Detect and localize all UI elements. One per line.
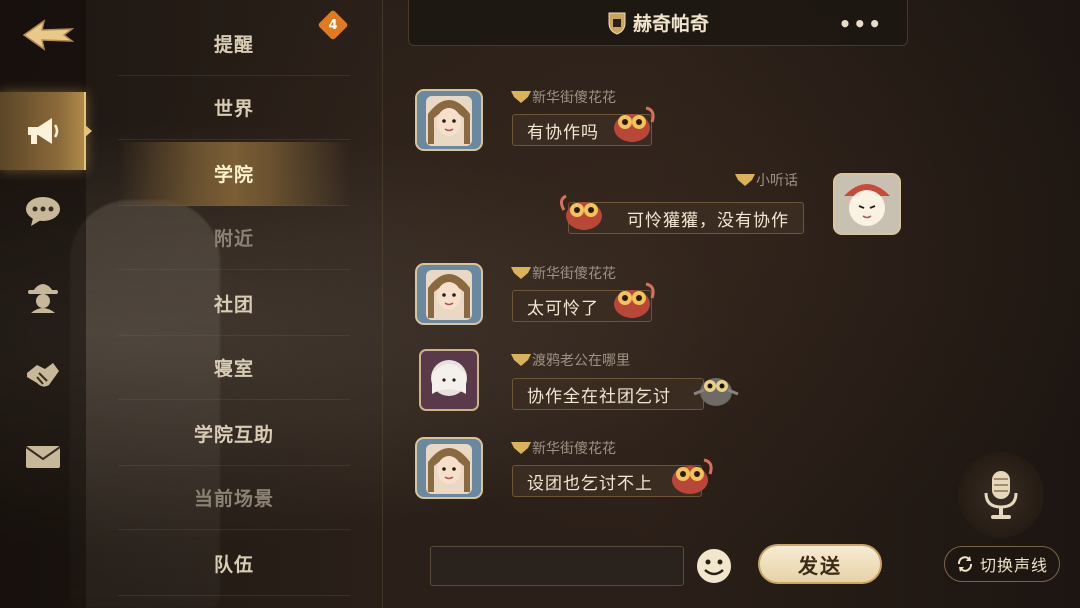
owl-sticker-icon [614, 106, 655, 142]
refresh-icon [957, 556, 972, 572]
channel-dorm[interactable]: 寝室 [118, 336, 350, 400]
switch-voice-button[interactable]: 切换声线 [944, 546, 1060, 582]
detective-hat-icon [28, 284, 58, 313]
voice-input-button[interactable] [958, 452, 1044, 538]
message-sender: 新华街傻花花 [510, 263, 616, 283]
grey-owl-sticker-icon [693, 378, 739, 406]
send-button[interactable]: 发送 [758, 544, 882, 584]
chat-title: 赫奇帕奇 [632, 13, 709, 35]
left-rail [0, 0, 92, 608]
channel-team[interactable]: 队伍 [118, 532, 350, 596]
channel-world[interactable]: 世界 [118, 76, 350, 140]
handshake-icon [27, 363, 59, 387]
avatar-girl[interactable] [408, 84, 490, 156]
rail-item-private-chat[interactable] [0, 172, 86, 250]
channel-current-scene[interactable]: 当前场景 [118, 466, 350, 530]
message-text: 协作全在社团乞讨 [527, 386, 671, 407]
message-text: 有协作吗 [527, 122, 599, 143]
chat-bubble-icon [26, 197, 60, 226]
panel-divider [382, 0, 383, 608]
smiley-icon [695, 547, 733, 585]
back-button[interactable] [18, 14, 78, 56]
mail-icon [25, 446, 61, 468]
rail-item-detective[interactable] [0, 256, 86, 334]
badge-icon [511, 267, 531, 279]
avatar-girl[interactable] [408, 432, 490, 504]
message-text: 可怜獾獾，没有协作 [627, 210, 789, 231]
channel-nearby[interactable]: 附近 [118, 206, 350, 270]
badge-icon [511, 354, 531, 366]
sender-name: 新华街傻花花 [532, 441, 616, 457]
badge-icon [511, 442, 531, 454]
channel-remind[interactable]: 提醒 [118, 12, 350, 76]
badge-icon [511, 91, 531, 103]
emoji-button[interactable] [692, 544, 736, 588]
owl-sticker-icon [614, 282, 655, 318]
channel-club[interactable]: 社团 [118, 272, 350, 336]
rail-item-chat-channels[interactable] [0, 92, 92, 170]
hufflepuff-crest-icon [608, 12, 626, 35]
message-sender: 小听话 [734, 170, 798, 190]
message-sender: 新华街傻花花 [510, 438, 616, 458]
rail-item-friends[interactable] [0, 336, 86, 414]
message-text: 设团也乞讨不上 [527, 473, 653, 494]
message-sender: 渡鸦老公在哪里 [510, 350, 630, 370]
badge-icon [735, 174, 755, 186]
chat-header: 赫奇帕奇 ••• [408, 0, 908, 46]
message-text: 太可怜了 [527, 298, 599, 319]
microphone-icon [984, 471, 1018, 519]
sender-name: 新华街傻花花 [532, 266, 616, 282]
sender-name: 小听话 [756, 173, 798, 189]
channel-list: 提醒 世界 学院 附近 社团 寝室 学院互助 当前场景 队伍 [118, 12, 350, 608]
avatar-chibi[interactable] [826, 168, 908, 240]
message-bubble: 协作全在社团乞讨 [512, 378, 704, 410]
message-sender: 新华街傻花花 [510, 87, 616, 107]
owl-sticker-icon [672, 458, 713, 494]
avatar-white-hair[interactable] [408, 344, 490, 416]
megaphone-icon [28, 118, 59, 144]
switch-voice-label: 切换声线 [979, 556, 1048, 575]
channel-house-help[interactable]: 学院互助 [118, 402, 350, 466]
sender-name: 渡鸦老公在哪里 [532, 353, 630, 369]
rail-item-mail[interactable] [0, 418, 86, 496]
more-options-button[interactable]: ••• [839, 12, 883, 36]
back-arrow-icon [22, 19, 75, 51]
owl-sticker-icon [559, 194, 602, 230]
sender-name: 新华街傻花花 [532, 90, 616, 106]
message-input[interactable] [430, 546, 684, 586]
channel-house[interactable]: 学院 [118, 142, 350, 206]
avatar-girl[interactable] [408, 258, 490, 330]
notification-badge-count: 4 [328, 17, 338, 33]
